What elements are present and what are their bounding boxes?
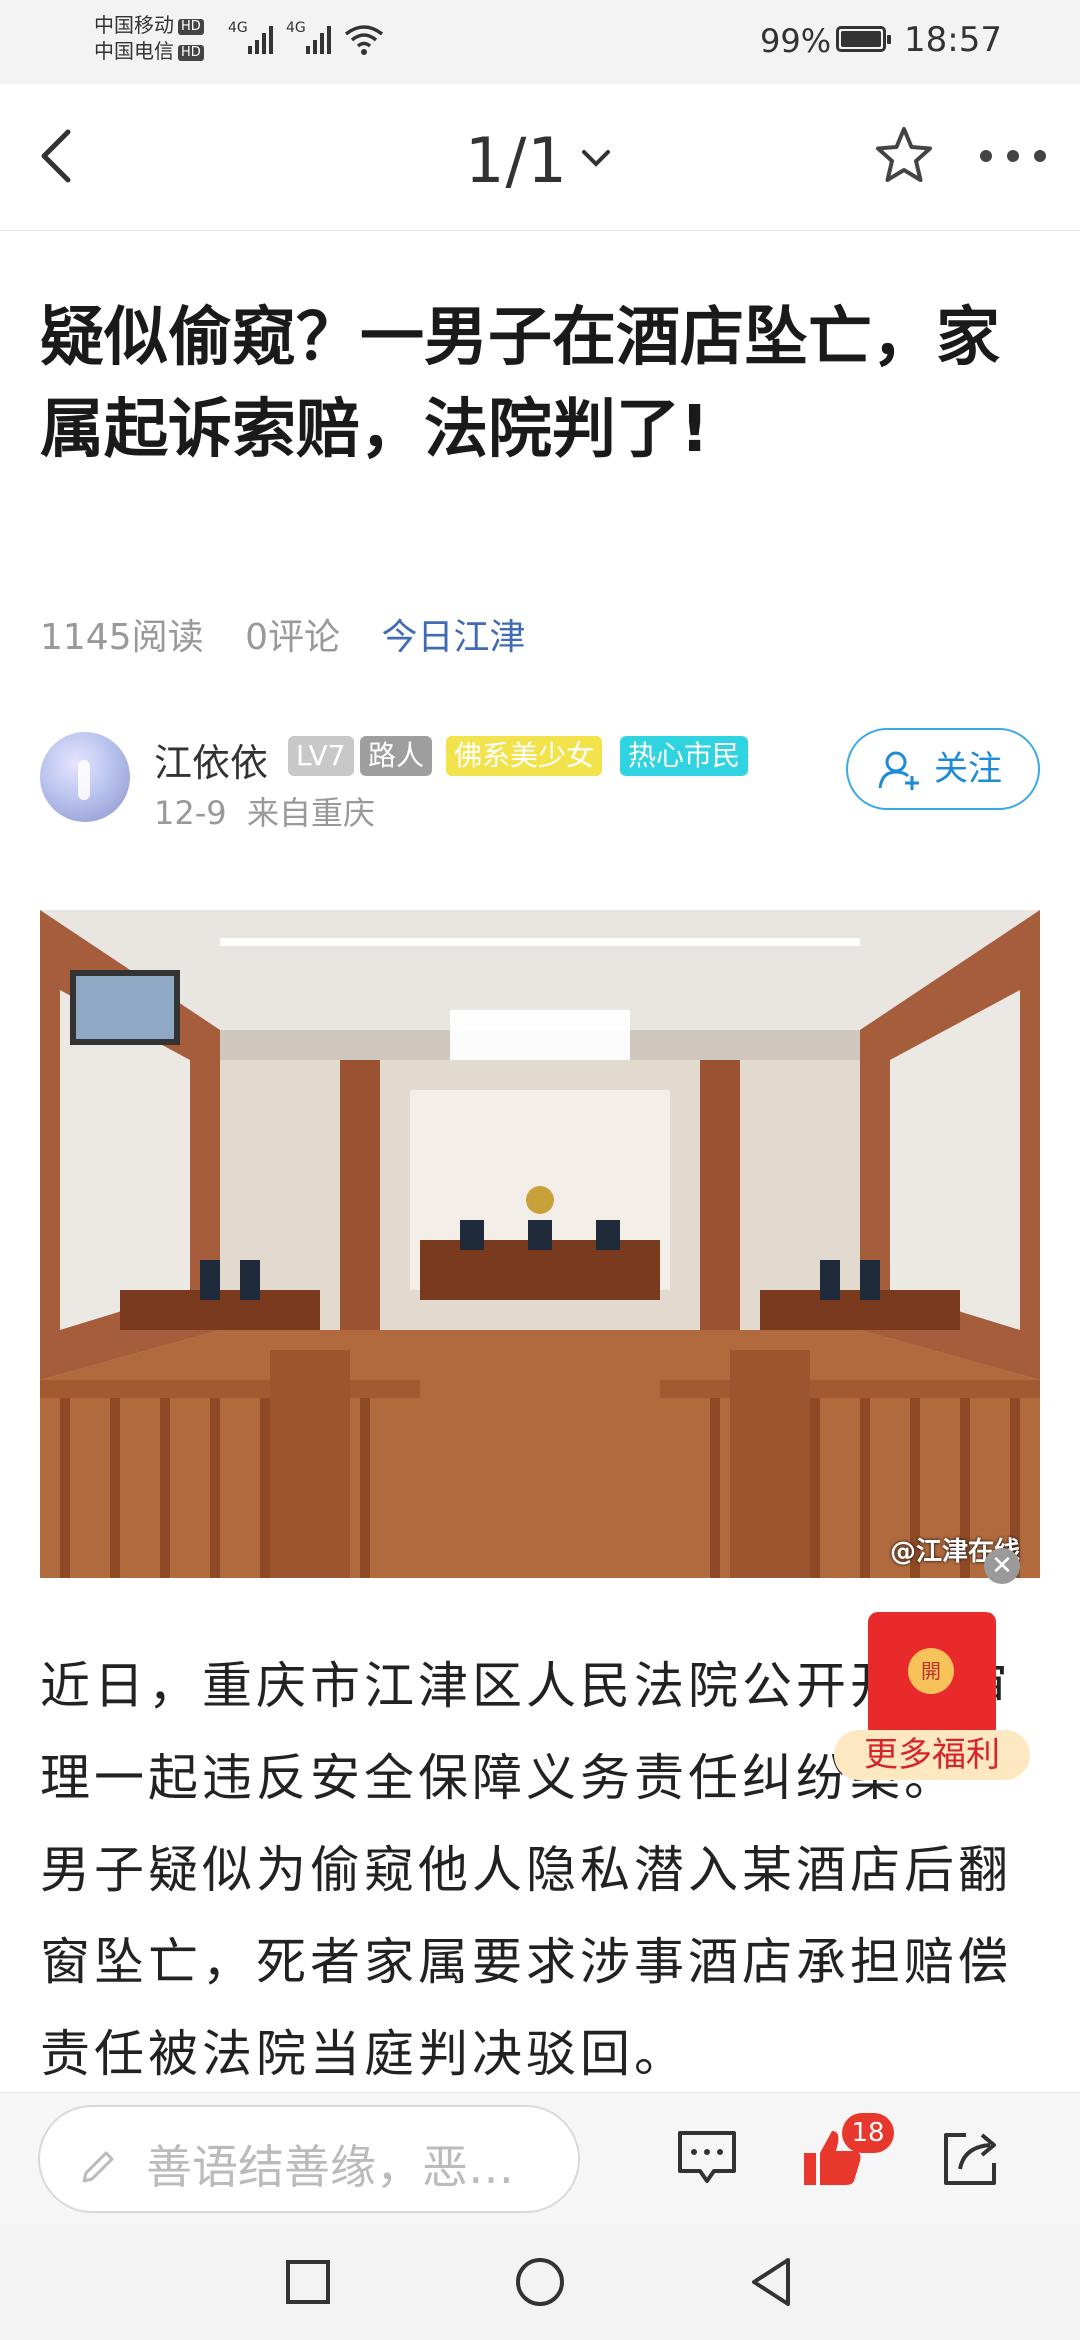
signal-icon xyxy=(248,26,273,54)
coin-icon: 開 xyxy=(908,1648,954,1694)
battery-icon xyxy=(836,26,891,52)
like-count-badge: 18 xyxy=(842,2113,894,2153)
close-icon[interactable]: ✕ xyxy=(984,1548,1020,1584)
avatar[interactable] xyxy=(40,732,130,822)
back-icon[interactable] xyxy=(30,126,90,186)
share-icon[interactable] xyxy=(938,2125,1004,2191)
title-badge: 佛系美少女 xyxy=(446,736,603,776)
add-user-icon xyxy=(878,751,919,790)
system-nav-bar xyxy=(0,2224,1080,2340)
more-icon[interactable] xyxy=(978,146,1048,166)
carrier-1: 中国移动 xyxy=(94,13,174,37)
carrier-info: 中国移动 HD 中国电信 HD xyxy=(94,12,204,64)
post-location: 来自重庆 xyxy=(246,794,375,832)
network-type-1: 4G xyxy=(228,20,248,36)
signal-icon xyxy=(306,26,331,54)
article-meta: 1145阅读 0评论 今日江津 xyxy=(40,608,555,660)
article-photo[interactable]: @江津在线 xyxy=(40,910,1040,1578)
author-row: 江依依 LV7 路人 佛系美少女 热心市民 12-9 来自重庆 关注 xyxy=(0,722,1080,832)
network-type-2: 4G xyxy=(286,20,306,36)
comment-placeholder: 善语结善缘，恶… xyxy=(146,2140,514,2194)
top-nav-bar: 1/1 xyxy=(0,84,1080,231)
comment-icon[interactable] xyxy=(674,2125,740,2191)
article-source-link[interactable]: 今日江津 xyxy=(381,617,525,658)
recent-apps-icon[interactable] xyxy=(280,2254,336,2310)
post-date: 12-9 xyxy=(154,794,227,832)
wifi-icon xyxy=(344,25,384,55)
carrier-2: 中国电信 xyxy=(94,39,174,63)
author-name[interactable]: 江依依 xyxy=(154,732,268,787)
title-badge: 热心市民 xyxy=(620,736,749,776)
home-icon[interactable] xyxy=(512,2254,568,2310)
red-packet-label: 更多福利 xyxy=(834,1730,1030,1780)
battery-percent: 99% xyxy=(760,22,832,60)
status-bar: 中国移动 HD 中国电信 HD 4G 4G 99% 18:57 xyxy=(0,0,1080,84)
follow-label: 关注 xyxy=(934,749,1002,789)
courtroom-image xyxy=(40,910,1040,1578)
page-indicator[interactable]: 1/1 xyxy=(465,124,568,197)
hd-badge: HD xyxy=(178,18,204,35)
level-badge: LV7 xyxy=(288,736,354,776)
chevron-down-icon[interactable] xyxy=(578,140,614,176)
red-packet-widget[interactable]: 開 更多福利 xyxy=(834,1612,1030,1780)
pencil-icon xyxy=(82,2151,114,2183)
comment-count: 0评论 xyxy=(245,617,340,658)
bottom-action-bar: 善语结善缘，恶… 18 xyxy=(0,2092,1080,2225)
read-count: 1145阅读 xyxy=(40,617,204,658)
follow-button[interactable]: 关注 xyxy=(846,728,1040,810)
clock: 18:57 xyxy=(904,20,1002,60)
hd-badge: HD xyxy=(178,44,204,61)
back-nav-icon[interactable] xyxy=(744,2254,800,2310)
post-date-location: 12-9 来自重庆 xyxy=(154,788,375,834)
comment-input[interactable]: 善语结善缘，恶… xyxy=(38,2105,580,2213)
article-title: 疑似偷窥？一男子在酒店坠亡，家属起诉索赔，法院判了! xyxy=(40,301,1000,467)
title-badge: 路人 xyxy=(360,736,433,776)
star-icon[interactable] xyxy=(872,124,936,188)
